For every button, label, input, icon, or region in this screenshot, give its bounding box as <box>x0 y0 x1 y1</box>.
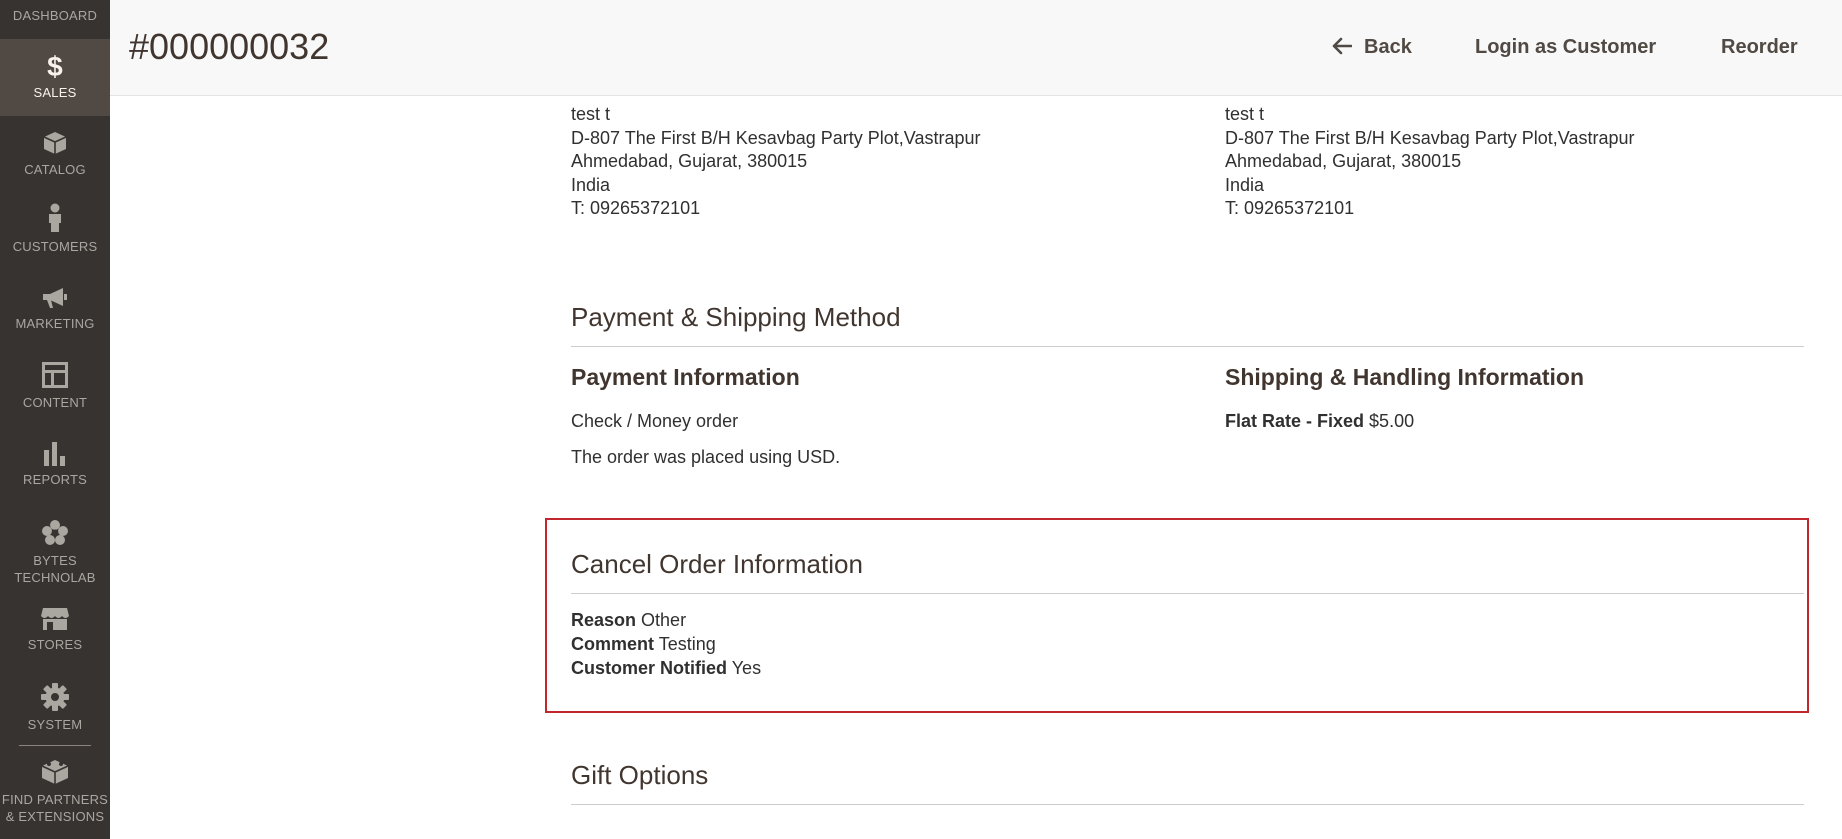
gift-options-title: Gift Options <box>571 759 1804 805</box>
sidebar-item-reports[interactable]: REPORTS <box>0 440 110 488</box>
payment-shipping-title: Payment & Shipping Method <box>571 301 1804 347</box>
sidebar-item-label: & EXTENSIONS <box>5 809 105 824</box>
sidebar-item-label: SALES <box>33 85 77 100</box>
sidebar-item-label: TECHNOLAB <box>14 570 96 585</box>
sidebar-item-sales[interactable]: $ SALES <box>0 39 110 116</box>
cancel-reason: Reason Other <box>571 609 686 632</box>
customer-notified-value: Yes <box>731 658 762 678</box>
shipping-method: Flat Rate - Fixed $5.00 <box>1225 410 1414 433</box>
dollar-icon: $ <box>47 53 63 79</box>
sidebar-divider <box>19 745 91 746</box>
shipping-handling-title: Shipping & Handling Information <box>1225 364 1585 390</box>
sidebar-item-content[interactable]: CONTENT <box>0 361 110 411</box>
sidebar-item-stores[interactable]: STORES <box>0 607 110 653</box>
sidebar-item-label: FIND PARTNERS <box>1 792 109 807</box>
sidebar-item-bytes-technolab[interactable]: BYTES TECHNOLAB <box>0 519 110 586</box>
sidebar-item-marketing[interactable]: MARKETING <box>0 286 110 332</box>
address-country: India <box>1225 174 1265 195</box>
address-city: Ahmedabad, Gujarat, 380015 <box>571 151 808 172</box>
arrow-left-icon <box>1332 37 1353 55</box>
sidebar-item-label: REPORTS <box>22 472 87 487</box>
admin-sidebar: DASHBOARD $ SALES CATALOG CUSTOMERS MARK… <box>0 0 110 839</box>
back-button[interactable]: Back <box>1332 34 1412 60</box>
cancel-comment: Comment Testing <box>571 633 716 656</box>
sidebar-item-label: DASHBOARD <box>12 8 98 23</box>
sidebar-item-label: STORES <box>27 637 83 652</box>
page-header: #000000032 Back Login as Customer Reorde… <box>110 0 1842 96</box>
sidebar-item-label: CONTENT <box>22 395 88 410</box>
bar-chart-icon <box>44 442 65 466</box>
storefront-icon <box>41 608 69 630</box>
address-city: Ahmedabad, Gujarat, 380015 <box>1225 151 1462 172</box>
shipping-method-name: Flat Rate - Fixed <box>1225 411 1365 431</box>
flower-icon <box>42 520 68 545</box>
address-country: India <box>571 174 611 195</box>
address-street: D-807 The First B/H Kesavbag Party Plot,… <box>1225 127 1635 148</box>
box-icon <box>43 132 67 154</box>
cancel-order-title: Cancel Order Information <box>571 548 1804 594</box>
sidebar-item-label: CATALOG <box>24 162 86 177</box>
login-as-customer-button[interactable]: Login as Customer <box>1475 34 1656 60</box>
sidebar-item-find-partners[interactable]: FIND PARTNERS & EXTENSIONS <box>0 758 110 825</box>
back-label: Back <box>1364 36 1412 58</box>
customer-notified-label: Customer Notified <box>571 658 728 678</box>
shipping-address: test t D-807 The First B/H Kesavbag Part… <box>1225 103 1635 221</box>
sidebar-item-customers[interactable]: CUSTOMERS <box>0 203 110 255</box>
currency-note: The order was placed using USD. <box>571 447 841 467</box>
address-phone: T: 09265372101 <box>1225 198 1355 219</box>
sidebar-item-catalog[interactable]: CATALOG <box>0 130 110 178</box>
cancel-reason-label: Reason <box>571 610 637 630</box>
address-name: test t <box>571 104 611 124</box>
gear-icon <box>41 683 69 711</box>
reorder-button[interactable]: Reorder <box>1721 34 1798 60</box>
shipping-price: $5.00 <box>1369 411 1415 431</box>
address-name: test t <box>1225 104 1265 124</box>
address-phone: T: 09265372101 <box>571 198 701 219</box>
svg-text:$: $ <box>47 53 63 79</box>
sidebar-item-label: MARKETING <box>15 316 95 331</box>
page-title: #000000032 <box>129 26 330 67</box>
cancel-comment-label: Comment <box>571 634 655 654</box>
sidebar-item-label: CUSTOMERS <box>12 239 98 254</box>
megaphone-icon <box>43 288 67 308</box>
person-icon <box>49 203 61 232</box>
customer-notified: Customer Notified Yes <box>571 657 761 680</box>
payment-information-title: Payment Information <box>571 364 800 390</box>
blocks-icon <box>41 760 69 784</box>
sidebar-item-system[interactable]: SYSTEM <box>0 683 110 733</box>
payment-method: Check / Money order <box>571 411 739 431</box>
billing-address: test t D-807 The First B/H Kesavbag Part… <box>571 103 981 221</box>
cancel-reason-value: Other <box>641 610 687 630</box>
cancel-comment-value: Testing <box>658 634 716 654</box>
sidebar-item-label: BYTES <box>33 553 77 568</box>
layout-icon <box>42 362 68 388</box>
address-street: D-807 The First B/H Kesavbag Party Plot,… <box>571 127 981 148</box>
sidebar-item-dashboard[interactable]: DASHBOARD <box>0 7 110 24</box>
sidebar-item-label: SYSTEM <box>27 717 83 732</box>
